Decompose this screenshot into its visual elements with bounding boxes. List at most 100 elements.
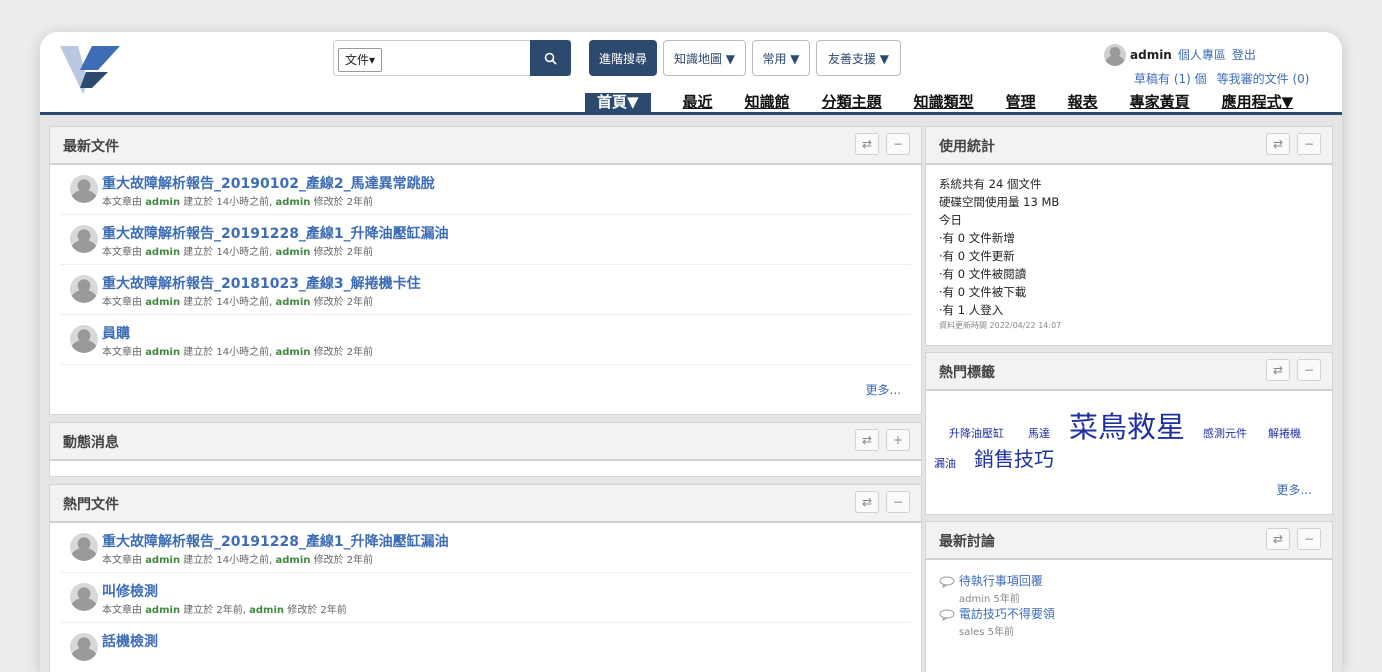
- minimize-icon[interactable]: −: [1297, 133, 1321, 155]
- refresh-icon[interactable]: ⇄: [855, 491, 879, 513]
- friendly-support-button[interactable]: 友善支援 ▼: [816, 40, 901, 76]
- minimize-icon[interactable]: −: [1297, 528, 1321, 550]
- doc-title-link[interactable]: 叫修檢測: [102, 581, 158, 601]
- minimize-icon[interactable]: −: [886, 133, 910, 155]
- stat-line: 硬碟空間使用量 13 MB: [939, 195, 1060, 209]
- user-avatar: [1104, 44, 1126, 66]
- doc-title-link[interactable]: 員購: [102, 323, 130, 343]
- logout-link[interactable]: 登出: [1232, 48, 1256, 62]
- usage-stats: 系統共有 24 個文件 硬碟空間使用量 13 MB 今日 ‧有 0 文件新增 ‧…: [926, 165, 1332, 343]
- knowledge-map-button[interactable]: 知識地圖 ▼: [663, 40, 746, 76]
- app-window: 文件▾ 進階搜尋 知識地圖 ▼ 常用 ▼ 友善支援 ▼ admin 個人專區 登出 …: [40, 32, 1342, 672]
- minimize-icon[interactable]: −: [886, 491, 910, 513]
- nav-reports[interactable]: 報表: [1068, 93, 1098, 112]
- nav-category-topics[interactable]: 分類主題: [822, 93, 882, 112]
- pending-review-link[interactable]: 等我審的文件 (0): [1217, 72, 1310, 86]
- tag-link[interactable]: 銷售技巧: [974, 443, 1054, 472]
- stat-line: ‧有 0 文件被閱讀: [939, 267, 1027, 281]
- panel-header: 最新討論 ⇄ −: [926, 522, 1332, 560]
- advanced-search-button[interactable]: 進階搜尋: [589, 40, 657, 76]
- latest-docs-panel: 最新文件 ⇄ − 重大故障解析報告_20190102_產線2_馬達異常跳脫 本文…: [49, 126, 922, 415]
- doc-meta: 本文章由 admin 建立於 14小時之前, admin 修改於 2年前: [102, 197, 374, 208]
- hot-docs-panel: 熱門文件 ⇄ − 重大故障解析報告_20191228_產線1_升降油壓缸漏油 本…: [49, 484, 922, 672]
- refresh-icon[interactable]: ⇄: [855, 133, 879, 155]
- tag-cloud: 升降油壓缸 馬達 菜鳥救星 感測元件 解捲機 漏油 銷售技巧: [926, 391, 1332, 501]
- panel-title: 最新討論: [939, 534, 995, 550]
- nav-manage[interactable]: 管理: [1006, 93, 1036, 112]
- content-area: 最新文件 ⇄ − 重大故障解析報告_20190102_產線2_馬達異常跳脫 本文…: [40, 115, 1342, 672]
- logo: [60, 46, 120, 94]
- tag-link[interactable]: 解捲機: [1268, 425, 1301, 441]
- chat-bubble-icon: [939, 576, 955, 588]
- stat-line: ‧有 0 文件新增: [939, 231, 1015, 245]
- personal-area-link[interactable]: 個人專區: [1178, 48, 1226, 62]
- tag-link[interactable]: 菜鳥救星: [1069, 404, 1185, 446]
- panel-header: 動態消息 ⇄ +: [50, 423, 921, 461]
- doc-meta: 本文章由 admin 建立於 14小時之前, admin 修改於 2年前: [102, 347, 374, 358]
- nav-recent[interactable]: 最近: [683, 93, 713, 112]
- doc-title-link[interactable]: 重大故障解析報告_20181023_產線3_解捲機卡住: [102, 273, 421, 293]
- minimize-icon[interactable]: −: [1297, 359, 1321, 381]
- list-item: 重大故障解析報告_20191228_產線1_升降油壓缸漏油 本文章由 admin…: [60, 523, 911, 573]
- nav-knowledge-types[interactable]: 知識類型: [914, 93, 974, 112]
- more-link[interactable]: 更多...: [866, 381, 901, 398]
- user-status: 草稿有 (1) 個等我審的文件 (0): [1134, 70, 1319, 87]
- discussion-meta: sales 5年前: [959, 627, 1015, 638]
- refresh-icon[interactable]: ⇄: [1266, 359, 1290, 381]
- panel-title: 使用統計: [939, 139, 995, 155]
- panel-header: 最新文件 ⇄ −: [50, 127, 921, 165]
- tag-link[interactable]: 馬達: [1028, 425, 1050, 441]
- avatar: [70, 325, 98, 353]
- stat-line: 今日: [939, 213, 962, 227]
- avatar: [70, 175, 98, 203]
- discussion-item[interactable]: 待執行事項回覆: [939, 572, 1319, 590]
- tag-link[interactable]: 漏油: [934, 455, 956, 471]
- stat-line: ‧有 0 文件被下載: [939, 285, 1027, 299]
- search-scope-select[interactable]: 文件▾: [338, 48, 383, 72]
- discussions-panel: 最新討論 ⇄ − 待執行事項回覆 admin 5年前 電訪技巧不得要領 sale…: [925, 521, 1333, 672]
- doc-title-link[interactable]: 重大故障解析報告_20191228_產線1_升降油壓缸漏油: [102, 531, 449, 551]
- panel-title: 熱門標籤: [939, 365, 995, 381]
- usage-stats-panel: 使用統計 ⇄ − 系統共有 24 個文件 硬碟空間使用量 13 MB 今日 ‧有…: [925, 126, 1333, 346]
- stat-line: 系統共有 24 個文件: [939, 177, 1042, 191]
- nav-home[interactable]: 首頁▼: [585, 93, 651, 112]
- news-panel: 動態消息 ⇄ +: [49, 422, 922, 477]
- nav-knowledge-hall[interactable]: 知識館: [745, 93, 790, 112]
- list-item: 叫修檢測 本文章由 admin 建立於 2年前, admin 修改於 2年前: [60, 573, 911, 623]
- doc-meta: 本文章由 admin 建立於 2年前, admin 修改於 2年前: [102, 605, 347, 616]
- user-name: admin: [1130, 47, 1172, 62]
- doc-title-link[interactable]: 重大故障解析報告_20190102_產線2_馬達異常跳脫: [102, 173, 435, 193]
- doc-meta: 本文章由 admin 建立於 14小時之前, admin 修改於 2年前: [102, 297, 374, 308]
- refresh-icon[interactable]: ⇄: [855, 429, 879, 451]
- user-area: admin 個人專區 登出: [1104, 44, 1262, 66]
- doc-title-link[interactable]: 話機檢測: [102, 631, 158, 651]
- stat-line: ‧有 1 人登入: [939, 303, 1004, 317]
- avatar: [70, 275, 98, 303]
- discussion-item[interactable]: 電訪技巧不得要領: [939, 605, 1319, 623]
- common-button[interactable]: 常用 ▼: [752, 40, 810, 76]
- tag-link[interactable]: 升降油壓缸: [949, 425, 1004, 441]
- panel-header: 熱門文件 ⇄ −: [50, 485, 921, 523]
- more-link[interactable]: 更多...: [1277, 481, 1312, 498]
- chat-bubble-icon: [939, 609, 955, 621]
- panel-header: 使用統計 ⇄ −: [926, 127, 1332, 165]
- drafts-link[interactable]: 草稿有 (1) 個: [1134, 72, 1207, 86]
- list-item: 員購 本文章由 admin 建立於 14小時之前, admin 修改於 2年前: [60, 315, 911, 365]
- discussion-meta: admin 5年前: [959, 594, 1020, 605]
- discussion-list: 待執行事項回覆 admin 5年前 電訪技巧不得要領 sales 5年前: [926, 560, 1332, 638]
- panel-title: 最新文件: [63, 139, 119, 155]
- list-item: 重大故障解析報告_20191228_產線1_升降油壓缸漏油 本文章由 admin…: [60, 215, 911, 265]
- header: 文件▾ 進階搜尋 知識地圖 ▼ 常用 ▼ 友善支援 ▼ admin 個人專區 登出 …: [40, 32, 1342, 115]
- tag-link[interactable]: 感測元件: [1203, 425, 1247, 441]
- doc-title-link[interactable]: 重大故障解析報告_20191228_產線1_升降油壓缸漏油: [102, 223, 449, 243]
- refresh-icon[interactable]: ⇄: [1266, 133, 1290, 155]
- search-button[interactable]: [530, 40, 571, 76]
- nav-expert-yellow-pages[interactable]: 專家黃頁: [1130, 93, 1190, 112]
- hot-tags-panel: 熱門標籤 ⇄ − 升降油壓缸 馬達 菜鳥救星 感測元件 解捲機 漏油 銷售技巧 …: [925, 352, 1333, 515]
- refresh-icon[interactable]: ⇄: [1266, 528, 1290, 550]
- nav-apps[interactable]: 應用程式▼: [1222, 93, 1294, 112]
- avatar: [70, 583, 98, 611]
- list-item: 重大故障解析報告_20181023_產線3_解捲機卡住 本文章由 admin 建…: [60, 265, 911, 315]
- doc-meta: 本文章由 admin 建立於 14小時之前, admin 修改於 2年前: [102, 555, 374, 566]
- add-icon[interactable]: +: [886, 429, 910, 451]
